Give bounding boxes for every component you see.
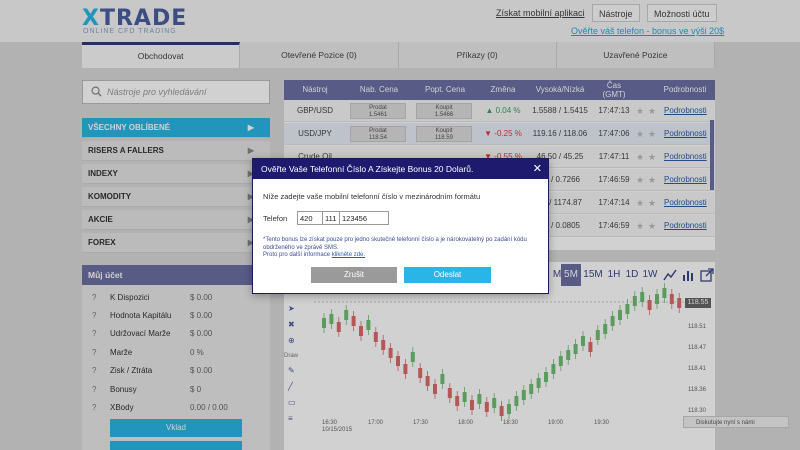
send-button[interactable]: Odeslat	[404, 267, 491, 283]
dialog-description: Níže zadejte vaše mobilní telefonní čísl…	[263, 192, 481, 201]
close-icon[interactable]: ✕	[533, 159, 542, 179]
note-text-2: Proto pro další informace	[263, 252, 331, 258]
bonus-terms-note: *Tento bonus lze získat pouze pro jedno …	[263, 237, 538, 260]
cancel-button[interactable]: Zrušit	[311, 267, 397, 283]
more-info-link[interactable]: klikněte zde.	[332, 252, 365, 258]
dialog-header: Ověřte Vaše Telefonní Číslo A Získejte B…	[253, 159, 548, 179]
phone-label: Telefon	[263, 214, 288, 223]
note-text: *Tento bonus lze získat pouze pro jedno …	[263, 237, 527, 251]
phone-country-code-input[interactable]	[297, 211, 323, 225]
phone-verification-dialog: Ověřte Vaše Telefonní Číslo A Získejte B…	[252, 158, 549, 294]
phone-prefix-input[interactable]	[322, 211, 340, 225]
phone-number-input[interactable]	[339, 211, 389, 225]
dialog-title: Ověřte Vaše Telefonní Číslo A Získejte B…	[261, 164, 474, 174]
